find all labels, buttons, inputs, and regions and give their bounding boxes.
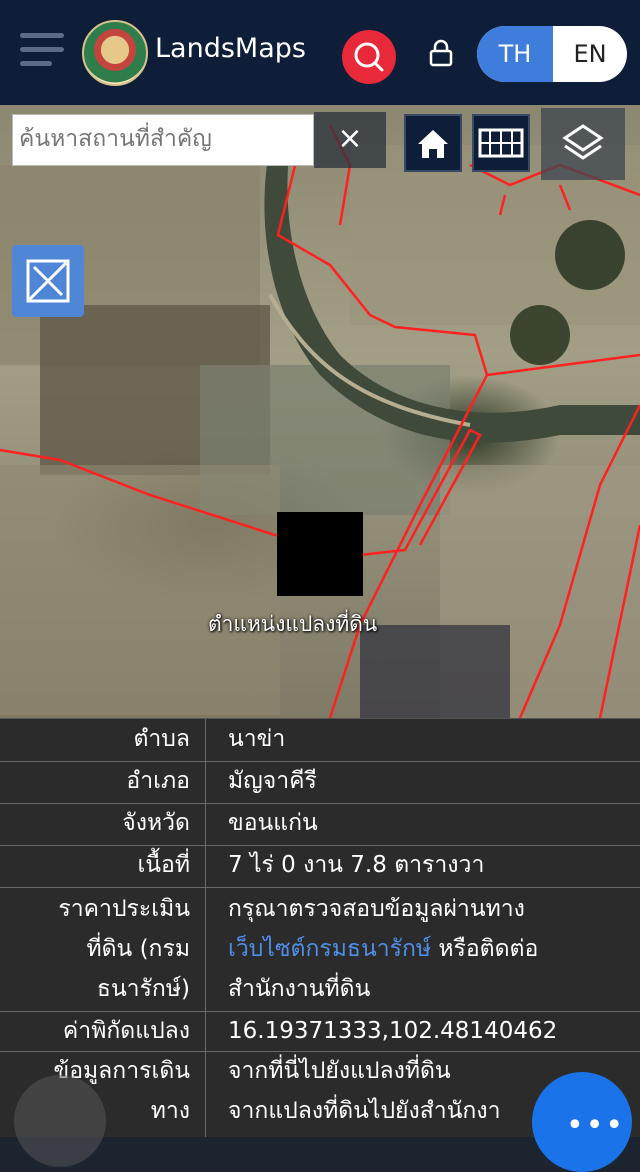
measure-icon: [26, 259, 70, 303]
lang-en-button[interactable]: EN: [553, 26, 627, 82]
price-text-line-3: สำนักงานที่ดิน: [228, 976, 371, 1002]
hamburger-icon[interactable]: [20, 33, 64, 67]
lock-icon: [429, 39, 453, 67]
app-logo: [82, 20, 148, 86]
row-key: อำเภอ: [126, 768, 190, 794]
location-marker-redacted: [277, 512, 363, 596]
price-text-tail: หรือติดต่อ: [431, 936, 539, 962]
search-button[interactable]: [342, 30, 396, 84]
lock-button[interactable]: [426, 38, 456, 72]
table-row: เนื้อที่ 7 ไร่ 0 งาน 7.8 ตารางวา: [0, 845, 640, 888]
layers-button[interactable]: [541, 108, 625, 180]
row-key: จังหวัด: [122, 810, 190, 836]
row-value: นาข่า: [228, 726, 286, 752]
parcel-location-label: ตำแหน่งแปลงที่ดิน: [208, 612, 378, 636]
home-button[interactable]: [404, 114, 462, 172]
info-button[interactable]: [14, 1075, 106, 1167]
price-text-line-2: เว็บไซต์กรมธนารักษ์ หรือติดต่อ: [228, 929, 638, 970]
clear-search-button[interactable]: ×: [314, 112, 386, 168]
place-search-input[interactable]: [13, 115, 311, 163]
price-key-line-1: ราคาประเมิน: [58, 896, 190, 922]
search-icon: [354, 42, 384, 72]
row-key: เนื้อที่: [137, 852, 190, 878]
app-name: LandsMaps: [155, 33, 306, 64]
grid-button[interactable]: [472, 114, 530, 172]
table-row: อำเภอ มัญจาคีรี: [0, 761, 640, 804]
price-text-line-1: กรุณาตรวจสอบข้อมูลผ่านทาง: [228, 896, 525, 922]
place-search-field[interactable]: [12, 114, 314, 166]
price-key-line-3: ธนารักษ์): [96, 976, 190, 1002]
coord-key: ค่าพิกัดแปลง: [62, 1018, 190, 1044]
table-row-coordinates: ค่าพิกัดแปลง 16.19371333,102.48140462: [0, 1011, 640, 1052]
home-icon: [418, 130, 448, 158]
layers-icon: [562, 124, 604, 160]
lang-th-button[interactable]: TH: [477, 26, 553, 82]
row-value: ขอนแก่น: [228, 810, 318, 836]
coord-link[interactable]: 16.19371333,102.48140462: [228, 1011, 638, 1052]
measure-button[interactable]: [12, 245, 84, 317]
row-key: ตำบล: [133, 726, 190, 752]
price-key-line-2: ที่ดิน (กรม: [86, 936, 190, 962]
table-row-price: ราคาประเมิน ที่ดิน (กรม ธนารักษ์) กรุณาต…: [0, 887, 640, 1012]
treasury-website-link[interactable]: เว็บไซต์กรมธนารักษ์: [228, 936, 431, 962]
table-row: จังหวัด ขอนแก่น: [0, 803, 640, 846]
grid-icon: [478, 128, 524, 158]
row-value: มัญจาคีรี: [228, 768, 317, 794]
table-row: ตำบล นาข่า: [0, 719, 640, 762]
language-toggle[interactable]: TH EN: [477, 26, 627, 82]
app-header: LandsMaps TH EN: [0, 0, 640, 105]
more-dots-icon: •••: [566, 1108, 626, 1143]
row-value: 7 ไร่ 0 งาน 7.8 ตารางวา: [228, 852, 485, 878]
map-view[interactable]: ตำแหน่งแปลงที่ดิน: [0, 105, 640, 718]
parcel-info-table: ตำบล นาข่า อำเภอ มัญจาคีรี จังหวัด ขอนแก…: [0, 718, 640, 1137]
